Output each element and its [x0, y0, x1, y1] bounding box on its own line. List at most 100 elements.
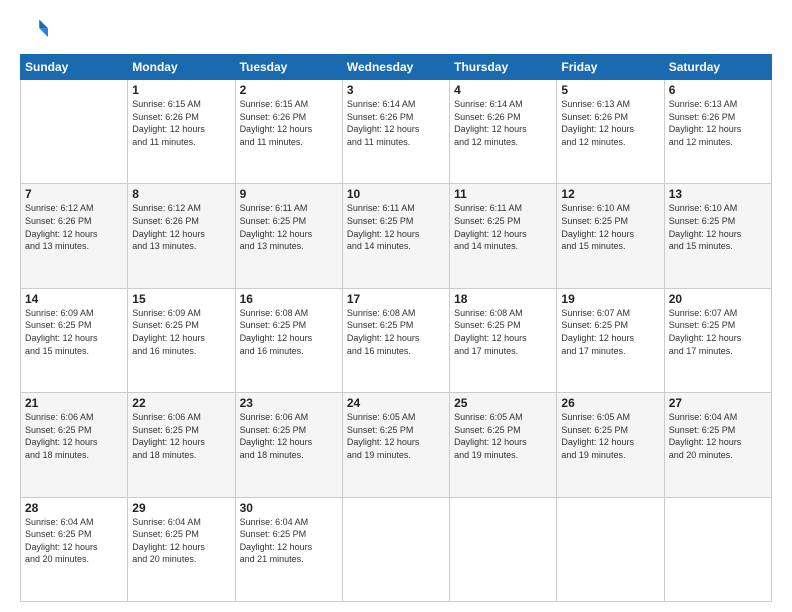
day-info: Sunrise: 6:11 AM Sunset: 6:25 PM Dayligh… — [347, 202, 445, 252]
weekday-header-monday: Monday — [128, 55, 235, 80]
day-info: Sunrise: 6:08 AM Sunset: 6:25 PM Dayligh… — [347, 307, 445, 357]
calendar-cell: 11Sunrise: 6:11 AM Sunset: 6:25 PM Dayli… — [450, 184, 557, 288]
calendar-cell: 12Sunrise: 6:10 AM Sunset: 6:25 PM Dayli… — [557, 184, 664, 288]
calendar-cell: 17Sunrise: 6:08 AM Sunset: 6:25 PM Dayli… — [342, 288, 449, 392]
calendar-cell: 29Sunrise: 6:04 AM Sunset: 6:25 PM Dayli… — [128, 497, 235, 601]
day-info: Sunrise: 6:07 AM Sunset: 6:25 PM Dayligh… — [669, 307, 767, 357]
weekday-header-friday: Friday — [557, 55, 664, 80]
calendar-cell: 26Sunrise: 6:05 AM Sunset: 6:25 PM Dayli… — [557, 393, 664, 497]
calendar-cell: 2Sunrise: 6:15 AM Sunset: 6:26 PM Daylig… — [235, 80, 342, 184]
calendar-cell: 8Sunrise: 6:12 AM Sunset: 6:26 PM Daylig… — [128, 184, 235, 288]
weekday-header-wednesday: Wednesday — [342, 55, 449, 80]
day-number: 21 — [25, 396, 123, 410]
calendar-cell: 24Sunrise: 6:05 AM Sunset: 6:25 PM Dayli… — [342, 393, 449, 497]
day-info: Sunrise: 6:05 AM Sunset: 6:25 PM Dayligh… — [347, 411, 445, 461]
weekday-header-saturday: Saturday — [664, 55, 771, 80]
day-number: 10 — [347, 187, 445, 201]
calendar-cell: 18Sunrise: 6:08 AM Sunset: 6:25 PM Dayli… — [450, 288, 557, 392]
calendar-cell: 1Sunrise: 6:15 AM Sunset: 6:26 PM Daylig… — [128, 80, 235, 184]
day-number: 7 — [25, 187, 123, 201]
day-number: 1 — [132, 83, 230, 97]
day-info: Sunrise: 6:10 AM Sunset: 6:25 PM Dayligh… — [669, 202, 767, 252]
day-number: 5 — [561, 83, 659, 97]
logo — [20, 16, 52, 44]
page: SundayMondayTuesdayWednesdayThursdayFrid… — [0, 0, 792, 612]
day-number: 28 — [25, 501, 123, 515]
day-number: 3 — [347, 83, 445, 97]
calendar-cell: 15Sunrise: 6:09 AM Sunset: 6:25 PM Dayli… — [128, 288, 235, 392]
day-info: Sunrise: 6:06 AM Sunset: 6:25 PM Dayligh… — [240, 411, 338, 461]
day-number: 25 — [454, 396, 552, 410]
calendar-cell: 20Sunrise: 6:07 AM Sunset: 6:25 PM Dayli… — [664, 288, 771, 392]
day-number: 15 — [132, 292, 230, 306]
week-row-1: 1Sunrise: 6:15 AM Sunset: 6:26 PM Daylig… — [21, 80, 772, 184]
day-number: 17 — [347, 292, 445, 306]
weekday-header-thursday: Thursday — [450, 55, 557, 80]
day-number: 4 — [454, 83, 552, 97]
day-info: Sunrise: 6:12 AM Sunset: 6:26 PM Dayligh… — [132, 202, 230, 252]
calendar-cell: 7Sunrise: 6:12 AM Sunset: 6:26 PM Daylig… — [21, 184, 128, 288]
calendar-cell: 28Sunrise: 6:04 AM Sunset: 6:25 PM Dayli… — [21, 497, 128, 601]
day-info: Sunrise: 6:07 AM Sunset: 6:25 PM Dayligh… — [561, 307, 659, 357]
day-number: 12 — [561, 187, 659, 201]
calendar-cell: 19Sunrise: 6:07 AM Sunset: 6:25 PM Dayli… — [557, 288, 664, 392]
week-row-5: 28Sunrise: 6:04 AM Sunset: 6:25 PM Dayli… — [21, 497, 772, 601]
day-number: 6 — [669, 83, 767, 97]
day-number: 24 — [347, 396, 445, 410]
weekday-header-sunday: Sunday — [21, 55, 128, 80]
day-info: Sunrise: 6:15 AM Sunset: 6:26 PM Dayligh… — [240, 98, 338, 148]
calendar-cell: 25Sunrise: 6:05 AM Sunset: 6:25 PM Dayli… — [450, 393, 557, 497]
day-info: Sunrise: 6:14 AM Sunset: 6:26 PM Dayligh… — [454, 98, 552, 148]
day-number: 11 — [454, 187, 552, 201]
calendar-table: SundayMondayTuesdayWednesdayThursdayFrid… — [20, 54, 772, 602]
day-number: 20 — [669, 292, 767, 306]
day-number: 27 — [669, 396, 767, 410]
calendar-cell: 3Sunrise: 6:14 AM Sunset: 6:26 PM Daylig… — [342, 80, 449, 184]
header — [20, 16, 772, 44]
calendar-cell: 9Sunrise: 6:11 AM Sunset: 6:25 PM Daylig… — [235, 184, 342, 288]
week-row-3: 14Sunrise: 6:09 AM Sunset: 6:25 PM Dayli… — [21, 288, 772, 392]
calendar-cell — [342, 497, 449, 601]
day-info: Sunrise: 6:11 AM Sunset: 6:25 PM Dayligh… — [454, 202, 552, 252]
day-info: Sunrise: 6:14 AM Sunset: 6:26 PM Dayligh… — [347, 98, 445, 148]
day-number: 16 — [240, 292, 338, 306]
day-number: 2 — [240, 83, 338, 97]
day-info: Sunrise: 6:04 AM Sunset: 6:25 PM Dayligh… — [240, 516, 338, 566]
day-info: Sunrise: 6:08 AM Sunset: 6:25 PM Dayligh… — [240, 307, 338, 357]
week-row-2: 7 Sunrise: 6:12 AM Sunset: 6:26 PM Daylig… — [21, 184, 772, 288]
day-info: Sunrise: 6:09 AM Sunset: 6:25 PM Dayligh… — [132, 307, 230, 357]
calendar-cell: 16Sunrise: 6:08 AM Sunset: 6:25 PM Dayli… — [235, 288, 342, 392]
logo-icon — [20, 16, 48, 44]
day-number: 8 — [132, 187, 230, 201]
day-info: Sunrise: 6:06 AM Sunset: 6:25 PM Dayligh… — [25, 411, 123, 461]
weekday-header-row: SundayMondayTuesdayWednesdayThursdayFrid… — [21, 55, 772, 80]
day-number: 26 — [561, 396, 659, 410]
day-info: Sunrise: 6:08 AM Sunset: 6:25 PM Dayligh… — [454, 307, 552, 357]
week-row-4: 21Sunrise: 6:06 AM Sunset: 6:25 PM Dayli… — [21, 393, 772, 497]
calendar-cell: 27Sunrise: 6:04 AM Sunset: 6:25 PM Dayli… — [664, 393, 771, 497]
day-info: Sunrise: 6:04 AM Sunset: 6:25 PM Dayligh… — [132, 516, 230, 566]
day-info: Sunrise: 6:11 AM Sunset: 6:25 PM Dayligh… — [240, 202, 338, 252]
calendar-cell — [450, 497, 557, 601]
day-number: 29 — [132, 501, 230, 515]
day-info: Sunrise: 6:10 AM Sunset: 6:25 PM Dayligh… — [561, 202, 659, 252]
day-info: Sunrise: 6:06 AM Sunset: 6:25 PM Dayligh… — [132, 411, 230, 461]
day-info: Sunrise: 6:05 AM Sunset: 6:25 PM Dayligh… — [454, 411, 552, 461]
day-info: Sunrise: 6:13 AM Sunset: 6:26 PM Dayligh… — [669, 98, 767, 148]
day-info: Sunrise: 6:04 AM Sunset: 6:25 PM Dayligh… — [25, 516, 123, 566]
calendar-cell: 13Sunrise: 6:10 AM Sunset: 6:25 PM Dayli… — [664, 184, 771, 288]
day-number: 30 — [240, 501, 338, 515]
calendar-cell: 22Sunrise: 6:06 AM Sunset: 6:25 PM Dayli… — [128, 393, 235, 497]
day-number: 13 — [669, 187, 767, 201]
calendar-cell: 5Sunrise: 6:13 AM Sunset: 6:26 PM Daylig… — [557, 80, 664, 184]
day-info: Sunrise: 6:05 AM Sunset: 6:25 PM Dayligh… — [561, 411, 659, 461]
calendar-cell: 30Sunrise: 6:04 AM Sunset: 6:25 PM Dayli… — [235, 497, 342, 601]
calendar-cell: 14Sunrise: 6:09 AM Sunset: 6:25 PM Dayli… — [21, 288, 128, 392]
day-info: Sunrise: 6:15 AM Sunset: 6:26 PM Dayligh… — [132, 98, 230, 148]
calendar-cell — [21, 80, 128, 184]
day-number: 18 — [454, 292, 552, 306]
day-number: 9 — [240, 187, 338, 201]
calendar-cell — [664, 497, 771, 601]
day-number: 19 — [561, 292, 659, 306]
calendar-cell: 23Sunrise: 6:06 AM Sunset: 6:25 PM Dayli… — [235, 393, 342, 497]
